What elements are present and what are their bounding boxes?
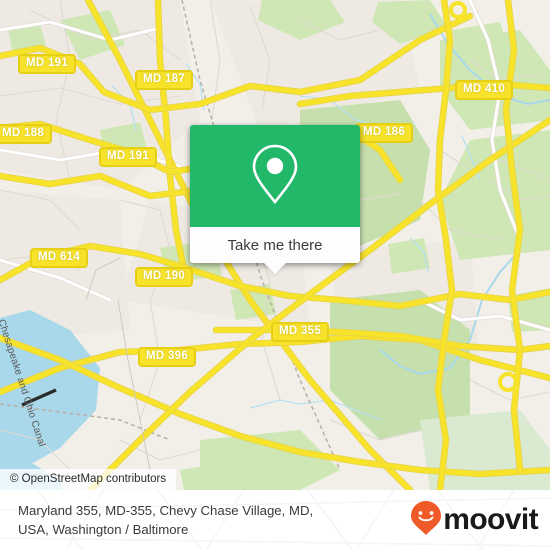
popup-pointer-tail bbox=[264, 263, 286, 274]
moovit-wordmark: moovit bbox=[443, 503, 538, 536]
location-popup-card[interactable]: Take me there bbox=[190, 125, 360, 274]
road-shield: MD 614 bbox=[30, 248, 89, 268]
road-shield: MD 355 bbox=[271, 322, 330, 342]
road-shield: MD 191 bbox=[99, 147, 158, 167]
moovit-smiley-pin-icon bbox=[410, 500, 442, 541]
take-me-there-button[interactable]: Take me there bbox=[190, 227, 360, 274]
location-line-1: Maryland 355, MD-355, Chevy Chase Villag… bbox=[18, 503, 314, 518]
location-line-2: USA, Washington / Baltimore bbox=[18, 522, 189, 537]
road-shield: MD 186 bbox=[355, 123, 414, 143]
moovit-map-screenshot: .park { fill:#cfe7b4; } .park2 { fill:#d… bbox=[0, 0, 550, 550]
moovit-brand[interactable]: moovit bbox=[410, 500, 539, 537]
road-shield: MD 396 bbox=[138, 347, 197, 367]
popup-header bbox=[190, 125, 360, 227]
road-shield: MD 187 bbox=[135, 70, 194, 90]
map-canvas[interactable]: .park { fill:#cfe7b4; } .park2 { fill:#d… bbox=[0, 0, 550, 490]
footer-bar: Maryland 355, MD-355, Chevy Chase Villag… bbox=[0, 490, 550, 550]
road-shield: MD 190 bbox=[135, 267, 194, 287]
map-pin-icon bbox=[249, 142, 301, 211]
location-description: Maryland 355, MD-355, Chevy Chase Villag… bbox=[18, 501, 408, 539]
map-attribution[interactable]: © OpenStreetMap contributors bbox=[0, 469, 177, 490]
road-shield: MD 191 bbox=[18, 54, 77, 74]
road-shield: MD 188 bbox=[0, 124, 53, 144]
road-shield: MD 410 bbox=[455, 80, 514, 100]
take-me-there-label: Take me there bbox=[227, 236, 323, 254]
